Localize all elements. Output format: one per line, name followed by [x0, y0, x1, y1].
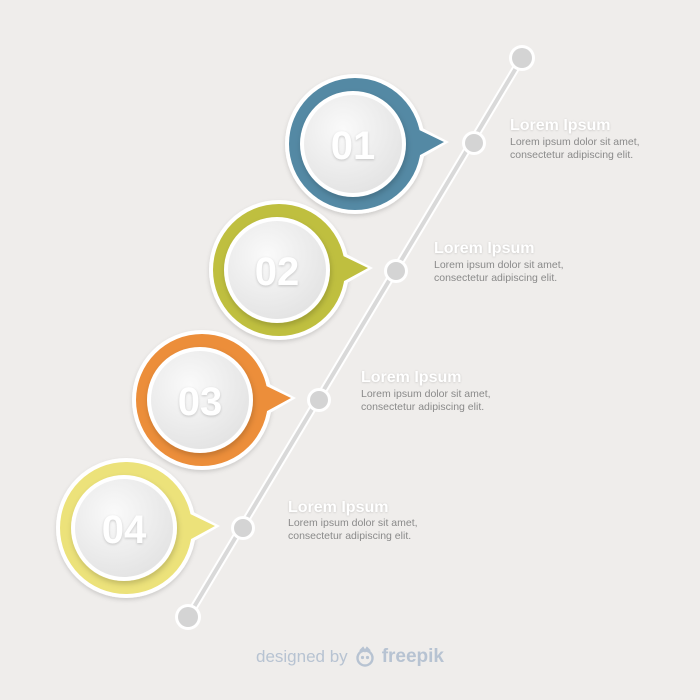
step-heading: Lorem Ipsum — [361, 369, 462, 386]
step-description: Lorem ipsum dolor sit amet, consectetur … — [510, 136, 640, 161]
step-heading: Lorem Ipsum — [288, 499, 389, 516]
step-number: 03 — [178, 380, 223, 424]
footer-credit: designed by freepik — [0, 646, 700, 668]
timeline-dot-core-1 — [465, 134, 483, 152]
step-number: 01 — [331, 124, 376, 168]
step-1: 01 — [285, 74, 449, 214]
step-heading: Lorem Ipsum — [434, 240, 535, 257]
timeline-dot-core-3 — [310, 391, 328, 409]
step-4: 04 — [56, 458, 220, 598]
timeline-dot-core-4 — [234, 519, 252, 537]
timeline-artwork: 01 02 03 04 — [56, 45, 535, 630]
step-number: 04 — [102, 508, 147, 552]
step-description: Lorem ipsum dolor sit amet, consectetur … — [288, 517, 418, 542]
timeline-endpoint-top-core — [512, 48, 532, 68]
timeline-dot-core-2 — [387, 262, 405, 280]
step-description: Lorem ipsum dolor sit amet, consectetur … — [434, 259, 564, 284]
timeline-infographic: 01 02 03 04 Lorem Ipsum Lorem ipsum dolor si… — [0, 0, 700, 700]
step-3: 03 — [132, 330, 296, 470]
step-description: Lorem ipsum dolor sit amet, consectetur … — [361, 388, 491, 413]
step-2: 02 — [209, 200, 373, 340]
timeline-endpoint-bottom-core — [178, 607, 198, 627]
freepik-logo-icon — [355, 646, 374, 667]
step-heading: Lorem Ipsum — [510, 117, 611, 134]
step-number: 02 — [255, 250, 300, 294]
freepik-brand-label: freepik — [381, 646, 444, 667]
designed-by-label: designed by — [256, 647, 348, 666]
